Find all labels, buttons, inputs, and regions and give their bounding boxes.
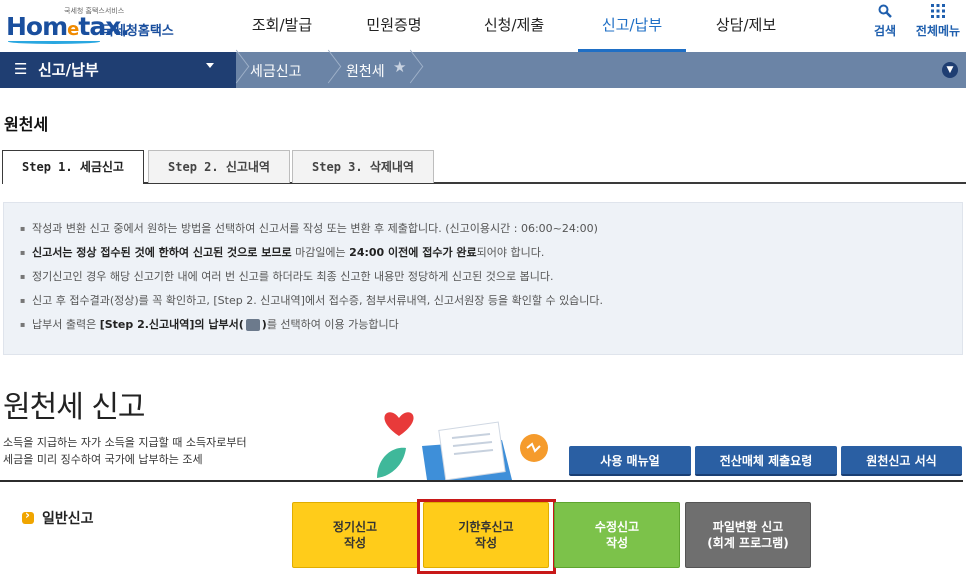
notice-item: 신고서는 정상 접수된 것에 한하여 신고된 것으로 보므로 마감일에는 24:…	[20, 241, 603, 265]
breadcrumb-withholding[interactable]: 원천세	[346, 61, 385, 81]
user-manual-button[interactable]: 사용 매뉴얼	[569, 446, 691, 476]
section-divider	[0, 480, 963, 482]
main-menu-dropdown[interactable]: ☰ 신고/납부	[0, 52, 236, 88]
general-filing-label: 일반신고	[22, 508, 94, 528]
notice-box: 작성과 변환 신고 중에서 원하는 방법을 선택하여 신고서를 작성 또는 변환…	[3, 202, 963, 355]
main-menu-title: 신고/납부	[38, 61, 99, 79]
nav-consult[interactable]: 상담/제보	[686, 0, 806, 52]
global-nav: 조회/발급 민원증명 신청/제출 신고/납부 상담/제보	[226, 0, 806, 52]
breadcrumb-separator	[320, 52, 334, 88]
nav-inquiry[interactable]: 조회/발급	[226, 0, 338, 52]
page-title: 원천세	[4, 115, 49, 134]
amended-filing-button[interactable]: 수정신고 작성	[554, 502, 680, 568]
printer-icon	[245, 319, 260, 331]
search-button[interactable]: 검색	[870, 4, 900, 39]
regular-filing-button[interactable]: 정기신고 작성	[292, 502, 418, 568]
all-menu-label: 전체메뉴	[915, 24, 961, 38]
nav-application[interactable]: 신청/제출	[450, 0, 578, 52]
hometax-logo[interactable]: 국세청 홈택스서비스 Hometax. 국세청홈택스	[6, 6, 191, 46]
notice-item: 신고 후 접수결과(정상)를 꼭 확인하고, [Step 2. 신고내역]에서 …	[20, 289, 603, 313]
expand-icon[interactable]: ▼	[942, 62, 958, 78]
filing-illustration	[377, 412, 548, 480]
section-description: 소득을 지급하는 자가 소득을 지급할 때 소득자로부터 세금을 미리 징수하여…	[3, 436, 247, 466]
notice-list: 작성과 변환 신고 중에서 원하는 방법을 선택하여 신고서를 작성 또는 변환…	[20, 217, 603, 337]
grid-icon	[912, 4, 964, 22]
notice-item: 정기신고인 경우 해당 신고기한 내에 여러 번 신고를 하더라도 최종 신고한…	[20, 265, 603, 289]
breadcrumb-separator	[402, 52, 416, 88]
notice-item: 납부서 출력은 [Step 2.신고내역]의 납부서()를 선택하여 이용 가능…	[20, 313, 603, 337]
logo-swoosh	[8, 39, 100, 44]
tab-step1[interactable]: Step 1. 세금신고	[2, 150, 144, 184]
step-tabs: Step 1. 세금신고 Step 2. 신고내역 Step 3. 삭제내역	[2, 150, 966, 184]
file-conversion-button[interactable]: 파일변환 신고 (회계 프로그램)	[685, 502, 811, 568]
highlight-frame	[417, 499, 556, 574]
form-button[interactable]: 원천신고 서식	[841, 446, 962, 476]
all-menu-button[interactable]: 전체메뉴	[912, 4, 964, 39]
location-bar: ☰ 신고/납부 세금신고 원천세 ★ ▼	[0, 52, 966, 88]
nav-certificates[interactable]: 민원증명	[338, 0, 450, 52]
bullet-icon	[22, 508, 34, 524]
logo-korean-name: 국세청홈택스	[102, 24, 174, 39]
search-label: 검색	[873, 24, 897, 38]
tab-step2[interactable]: Step 2. 신고내역	[148, 150, 290, 183]
breadcrumb-tax-filing[interactable]: 세금신고	[250, 61, 302, 81]
nav-filing-payment[interactable]: 신고/납부	[578, 0, 686, 52]
breadcrumb-separator	[228, 52, 242, 88]
notice-item: 작성과 변환 신고 중에서 원하는 방법을 선택하여 신고서를 작성 또는 변환…	[20, 217, 603, 241]
global-header: 국세청 홈택스서비스 Hometax. 국세청홈택스 조회/발급 민원증명 신청…	[0, 0, 966, 52]
caret-down-icon	[206, 63, 214, 68]
media-guide-button[interactable]: 전산매체 제출요령	[695, 446, 837, 476]
tab-step3[interactable]: Step 3. 삭제내역	[292, 150, 434, 183]
section-title: 원천세 신고	[3, 390, 146, 425]
hamburger-icon: ☰	[14, 60, 28, 78]
search-icon	[870, 4, 900, 22]
